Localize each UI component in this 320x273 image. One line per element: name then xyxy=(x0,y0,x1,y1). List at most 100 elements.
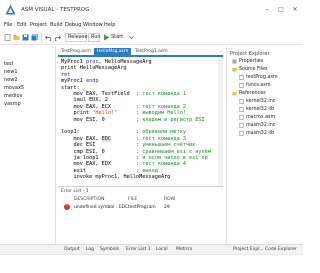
list-item[interactable]: movax5 xyxy=(4,85,24,91)
code-token: loop1: xyxy=(61,129,136,136)
code-token: ; уменьшаем счётчик xyxy=(135,142,196,149)
code-line[interactable]: invoke myProc1, HelloMessageArg xyxy=(61,174,170,181)
menu-edit[interactable]: Edit xyxy=(17,22,27,28)
menu-file[interactable]: File xyxy=(4,22,12,28)
code-token: EDC xyxy=(101,135,111,142)
app-logo-icon xyxy=(5,4,16,15)
code-token: proc xyxy=(86,59,99,65)
column-header-description[interactable]: DESCRIPTION xyxy=(74,197,104,202)
source-files-node[interactable]: Source Files xyxy=(239,67,268,72)
code-line[interactable]: print HelloMessageArg xyxy=(61,65,127,72)
code-token: ; сравниваем esi с нулём xyxy=(135,148,211,155)
column-header-file[interactable]: FILE xyxy=(128,197,137,202)
file-icon xyxy=(239,83,244,88)
references-node[interactable]: References xyxy=(239,91,266,96)
code-token: ; выводим Hello! xyxy=(135,110,186,117)
code-token: ret xyxy=(61,71,71,78)
tab-hellomsg[interactable]: HelloMsg.asm xyxy=(94,48,132,56)
reference-node[interactable]: kernel32.inc xyxy=(246,99,275,104)
file-node[interactable]: testProg.asm xyxy=(246,75,278,80)
undo-icon[interactable] xyxy=(45,34,52,41)
code-token: ; и если число в esi пр xyxy=(135,155,208,161)
close-button[interactable]: ✕ xyxy=(290,5,300,14)
platform-dropdown[interactable]: Run xyxy=(88,33,101,42)
code-token: mov EAX, TestField xyxy=(61,91,136,97)
code-token: ; тест команда 2 xyxy=(135,103,186,110)
file-icon xyxy=(239,75,244,80)
reference-node[interactable]: masm32.lib xyxy=(246,131,274,136)
code-token: ja loop1 xyxy=(61,155,136,161)
redo-icon[interactable] xyxy=(54,34,61,41)
list-item[interactable]: new2 xyxy=(4,77,18,83)
reference-node[interactable]: masm32.inc xyxy=(246,123,275,128)
configuration-dropdown[interactable]: Release xyxy=(65,33,88,42)
new-file-icon[interactable] xyxy=(4,34,11,41)
code-token: endp xyxy=(86,78,99,85)
wrench-icon xyxy=(232,59,237,64)
tab-project-explorer[interactable]: Project Expl... xyxy=(233,247,264,252)
chevron-down-icon[interactable] xyxy=(128,34,135,41)
library-icon xyxy=(239,107,244,112)
menu-help[interactable]: Help xyxy=(104,22,115,28)
error-list-title: Error List - 1 xyxy=(61,189,89,194)
bottom-tool-tabs: Output Log Symbols Error List 1 Local Me… xyxy=(0,244,303,254)
save-icon[interactable] xyxy=(22,34,29,41)
list-item[interactable]: new1 xyxy=(4,69,18,75)
reference-node[interactable]: macros.asm xyxy=(246,115,275,120)
tab-local[interactable]: Local xyxy=(156,247,168,252)
code-token: myProc1 xyxy=(61,78,86,85)
file-node[interactable]: funcs.asm xyxy=(246,83,271,88)
menu-project[interactable]: Project xyxy=(30,22,47,28)
tab-testprog[interactable]: TestProg.asm xyxy=(58,48,94,56)
code-token: mov ESI, 0 xyxy=(61,116,136,123)
menu-build[interactable]: Build xyxy=(50,22,63,28)
tab-testprog1[interactable]: TestProg1.asm xyxy=(132,48,171,56)
error-description[interactable]: undefined symbol : EDC xyxy=(74,205,128,210)
properties-node[interactable]: Properties xyxy=(239,59,263,64)
status-bar xyxy=(0,254,303,273)
folder-icon xyxy=(232,68,237,72)
code-token: ; тест команда 3 xyxy=(135,135,186,142)
maximize-button[interactable]: □ xyxy=(276,5,286,14)
tab-log[interactable]: Log xyxy=(86,247,94,252)
title-bar: ASM VISUAL - TESTPROG – □ ✕ xyxy=(0,0,303,20)
code-token: print HelloMessageArg xyxy=(61,65,127,72)
project-explorer-panel: Project Explorer Properties Source Files… xyxy=(226,47,303,244)
code-token: imul EDX, 2 xyxy=(61,97,108,104)
start-play-icon[interactable] xyxy=(103,34,110,41)
code-token: ; тест команда 1 xyxy=(135,91,186,97)
library-icon xyxy=(239,99,244,104)
code-token: MyProc1 xyxy=(61,59,86,65)
menu-bar: File Edit Project Build Debug Window Hel… xyxy=(0,20,303,30)
error-row-number[interactable]: 29 xyxy=(164,205,170,210)
reference-node[interactable]: kernel32.lib xyxy=(246,107,274,112)
code-token: ; тест команда 4 xyxy=(135,161,186,168)
toolbar-separator xyxy=(41,33,42,42)
code-token: print xyxy=(61,110,93,117)
tab-symbols[interactable]: Symbols xyxy=(100,247,119,252)
code-token: cmp ESI, 0 xyxy=(61,148,136,155)
error-file[interactable]: testProgram xyxy=(128,205,156,210)
code-token: start: xyxy=(61,84,80,91)
tab-error-list[interactable]: Error List 1 xyxy=(126,247,151,252)
menu-debug[interactable]: Debug xyxy=(65,22,81,28)
tab-code-explorer[interactable]: Code Explorer xyxy=(265,247,297,252)
save-all-icon[interactable] xyxy=(31,34,38,41)
code-token: , HelloMessageArg xyxy=(98,59,152,65)
minimize-button[interactable]: – xyxy=(262,5,272,14)
folder-icon xyxy=(232,92,237,96)
left-file-panel: test new1 new2 movax5 mediov vasmp xyxy=(0,47,56,244)
menu-window[interactable]: Window xyxy=(83,22,103,28)
code-token: "Hello!" xyxy=(92,110,118,117)
tab-metrics[interactable]: Metrics xyxy=(176,247,192,252)
tab-output[interactable]: Output xyxy=(64,247,80,252)
start-button[interactable]: Start xyxy=(111,33,123,42)
list-item[interactable]: mediov xyxy=(4,93,23,99)
code-line[interactable]: mov ESI, 0 ; кладем в регистр ESI xyxy=(61,116,205,124)
code-token: dec ESI xyxy=(61,142,136,149)
open-folder-icon[interactable] xyxy=(13,34,20,41)
list-item[interactable]: test xyxy=(4,61,14,67)
list-item[interactable]: vasmp xyxy=(4,101,21,107)
column-header-row[interactable]: ROW xyxy=(164,197,175,202)
code-token: ; кладем в регистр ESI xyxy=(135,116,205,123)
